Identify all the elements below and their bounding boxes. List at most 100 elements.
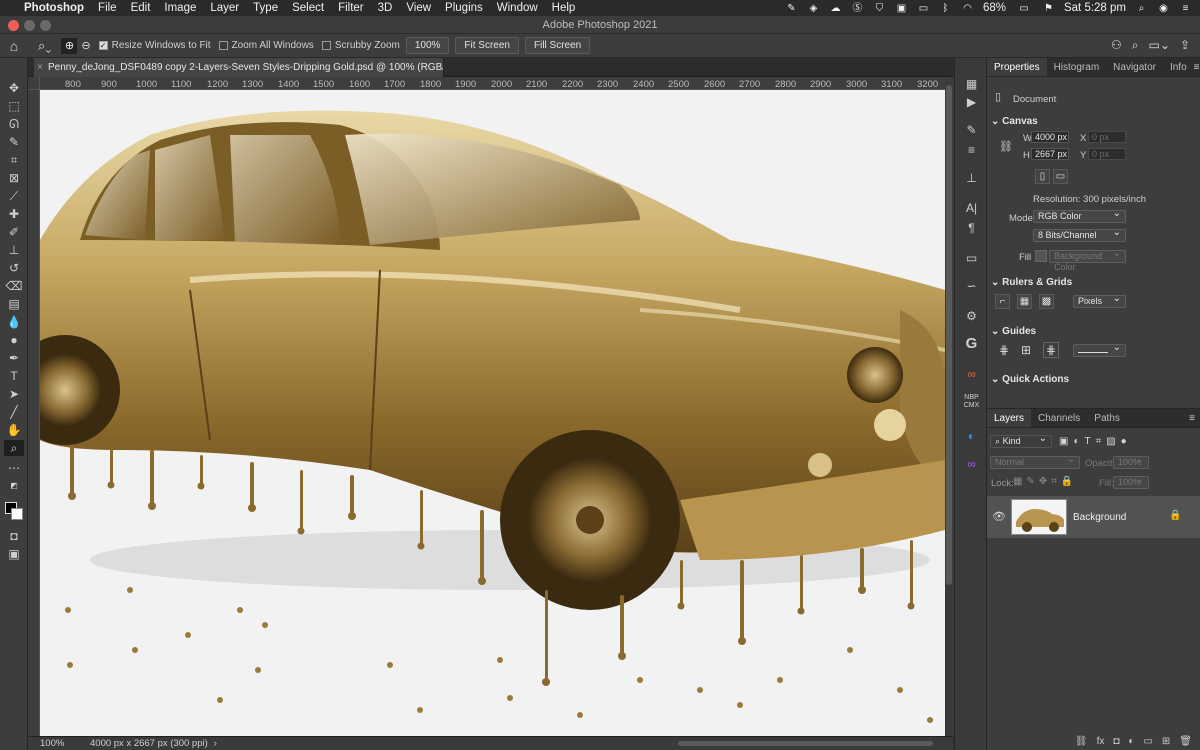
horizontal-ruler[interactable]: 800 900 1000 1100 1200 1300 1400 1500 16…	[40, 77, 945, 90]
show-pixel-grid-button[interactable]: ▩	[1039, 294, 1054, 309]
blur-tool-icon[interactable]: 💧	[4, 314, 24, 330]
layers-menu-icon[interactable]: ≡	[1189, 409, 1200, 427]
type-tool-icon[interactable]: T	[4, 368, 24, 384]
layer-name[interactable]: Background	[1073, 512, 1126, 523]
document-canvas[interactable]	[40, 90, 945, 736]
fit-screen-button[interactable]: Fit Screen	[455, 37, 519, 54]
canvas-section-header[interactable]: ⌄ Canvas	[991, 116, 1038, 127]
battery-icon[interactable]: ▭	[1015, 3, 1033, 14]
menu-app-name[interactable]: Photoshop	[17, 2, 91, 14]
tab-channels[interactable]: Channels	[1031, 409, 1087, 427]
new-group-icon[interactable]: ▭	[1143, 736, 1152, 747]
ruler-units-dropdown[interactable]: Pixels	[1073, 293, 1126, 308]
clone-source-icon[interactable]: ⊥	[962, 170, 981, 186]
lock-options-icons[interactable]: ▦✎✥⌗🔒	[1013, 476, 1077, 487]
brush-settings-icon[interactable]: ✎	[962, 122, 981, 138]
menu-type[interactable]: Type	[246, 2, 285, 14]
paintbrush-status-icon[interactable]: ✎	[785, 3, 798, 14]
menu-3d[interactable]: 3D	[371, 2, 400, 14]
clock[interactable]: Sat 5:28 pm	[1064, 2, 1126, 14]
dropbox-icon[interactable]: ◈	[807, 3, 820, 14]
vertical-scroll-thumb[interactable]	[946, 85, 952, 585]
plugin-orange-icon[interactable]: ∞	[962, 366, 981, 382]
background-color-swatch[interactable]	[11, 508, 23, 520]
marquee-tool-icon[interactable]: ⬚	[4, 98, 24, 114]
mode-dropdown[interactable]: RGB Color	[1033, 208, 1126, 223]
home-icon[interactable]: ⌂	[0, 38, 28, 54]
eyedropper-tool-icon[interactable]: ⟋	[4, 188, 24, 204]
scrubby-zoom-checkbox[interactable]: Scrubby Zoom	[321, 40, 400, 51]
opacity-field[interactable]: 100%	[1113, 454, 1149, 469]
status-zoom[interactable]: 100%	[40, 738, 80, 749]
path-select-tool-icon[interactable]: ➤	[4, 386, 24, 402]
plugin-purple-icon[interactable]: ∞	[962, 456, 981, 472]
layer-lock-icon[interactable]: 🔒	[1169, 510, 1181, 521]
menu-filter[interactable]: Filter	[331, 2, 371, 14]
share-icon[interactable]: ⚇	[1111, 38, 1122, 53]
guides-layout-icon[interactable]: ⊞	[1021, 343, 1031, 357]
tab-histogram[interactable]: Histogram	[1047, 58, 1107, 76]
layer-filter-icons[interactable]: ▣◐T⌗▨●	[1059, 436, 1132, 447]
plugin-gear-icon[interactable]: ⚙	[962, 308, 981, 324]
tab-properties[interactable]: Properties	[987, 58, 1047, 76]
hand-tool-icon[interactable]: ✋	[4, 422, 24, 438]
bit-depth-dropdown[interactable]: 8 Bits/Channel	[1033, 227, 1126, 242]
menu-window[interactable]: Window	[490, 2, 545, 14]
fill-dropdown[interactable]: Background Color	[1049, 248, 1126, 272]
move-tool-icon[interactable]: ✥	[4, 80, 24, 96]
x-field[interactable]: 0 px	[1088, 131, 1126, 143]
guide-style-dropdown[interactable]	[1073, 342, 1126, 357]
guides-grid-icon[interactable]: ⋕	[999, 343, 1009, 357]
show-rulers-button[interactable]: ⌐	[995, 294, 1010, 309]
menu-layer[interactable]: Layer	[203, 2, 246, 14]
portrait-orientation-button[interactable]: ▯	[1035, 169, 1050, 184]
pen-tool-icon[interactable]: ✒	[4, 350, 24, 366]
gradient-tool-icon[interactable]: ▤	[4, 296, 24, 312]
screen-mode-icon[interactable]: ▣	[4, 546, 24, 562]
plugin-blue-icon[interactable]: ◐	[962, 428, 981, 444]
fill-swatch[interactable]	[1035, 250, 1047, 262]
lasso-tool-icon[interactable]: ᘏ	[4, 116, 24, 132]
line-tool-icon[interactable]: ╱	[4, 404, 24, 420]
panel-menu-icon[interactable]: ≡	[1194, 58, 1200, 76]
fill-opacity-field[interactable]: 100%	[1113, 474, 1149, 489]
plugin-g-icon[interactable]: G	[962, 336, 981, 352]
show-grid-button[interactable]: ▦	[1017, 294, 1032, 309]
flag-icon[interactable]: ⚑	[1042, 3, 1055, 14]
link-dimensions-icon[interactable]: ⛓	[999, 140, 1013, 153]
blend-mode-dropdown[interactable]: Normal	[990, 454, 1080, 469]
clone-stamp-tool-icon[interactable]: ⊥	[4, 242, 24, 258]
fill-screen-button[interactable]: Fill Screen	[525, 37, 591, 54]
spotlight-search-icon[interactable]: ⌕	[1135, 3, 1148, 14]
menu-view[interactable]: View	[399, 2, 438, 14]
zoom-value-field[interactable]: 100%	[405, 37, 450, 54]
y-field[interactable]: 0 px	[1088, 148, 1126, 160]
horizontal-scroll-thumb[interactable]	[678, 741, 933, 746]
quick-select-tool-icon[interactable]: ✎	[4, 134, 24, 150]
rulers-grids-section-header[interactable]: ⌄ Rulers & Grids	[991, 277, 1072, 288]
play-action-icon[interactable]: ▶	[962, 94, 981, 110]
search-icon[interactable]: ⌕	[1132, 38, 1139, 53]
healing-brush-tool-icon[interactable]: ✚	[4, 206, 24, 222]
export-icon[interactable]: ⇪	[1180, 38, 1190, 53]
tab-layers[interactable]: Layers	[987, 409, 1032, 427]
history-brush-tool-icon[interactable]: ↺	[4, 260, 24, 276]
menu-plugins[interactable]: Plugins	[438, 2, 490, 14]
resize-windows-checkbox[interactable]: ✓ Resize Windows to Fit	[98, 40, 211, 51]
new-layer-icon[interactable]: ⊞	[1162, 736, 1170, 747]
adjustment-layer-icon[interactable]: ◐	[1128, 736, 1134, 747]
character-icon[interactable]: A|	[962, 200, 981, 216]
status-info[interactable]: 4000 px x 2667 px (300 ppi)	[90, 738, 208, 749]
close-tab-icon[interactable]: ×	[37, 58, 43, 77]
paragraph-icon[interactable]: ¶	[962, 220, 981, 236]
libraries-icon[interactable]: ∽	[962, 278, 981, 294]
quick-mask-icon[interactable]: ◘	[4, 528, 24, 544]
tab-paths[interactable]: Paths	[1087, 409, 1127, 427]
cast-icon[interactable]: ▭	[917, 3, 930, 14]
status-menu-icon[interactable]: ›	[214, 738, 217, 749]
workspace-icon[interactable]: ▭⌄	[1149, 38, 1170, 53]
dictation-icon[interactable]: ▣	[895, 3, 908, 14]
bluetooth-icon[interactable]: ᛒ	[939, 3, 952, 14]
layer-kind-filter[interactable]: ⌕ Kind	[990, 433, 1052, 448]
brush-tool-icon[interactable]: ✐	[4, 224, 24, 240]
